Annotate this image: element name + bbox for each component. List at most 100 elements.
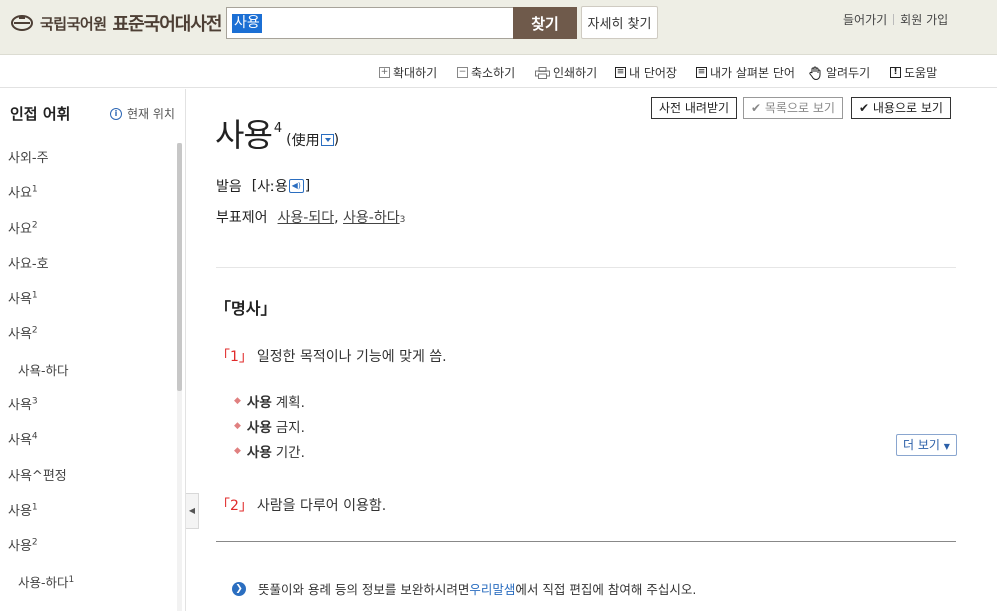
headword-text: 사용	[215, 116, 273, 154]
search-box[interactable]: 사용	[226, 7, 514, 39]
signup-link[interactable]: 회원 가입	[900, 11, 948, 28]
search-input[interactable]: 사용	[232, 14, 262, 33]
hanja-text: 使用	[291, 133, 320, 149]
sense-definition: 일정한 목적이나 기능에 맞게 씀.	[256, 349, 447, 365]
notice-text: 에서 직접 편집에 참여해 주십시오.	[515, 582, 697, 597]
notice-text: 뜻풀이와 용례 등의 정보를 보완하시려면	[258, 582, 470, 597]
list-view-button[interactable]: ✔ 목록으로 보기	[743, 97, 843, 119]
sidebar-word-number: 1	[31, 502, 38, 513]
sidebar-word-item[interactable]: 사욕2	[0, 323, 176, 358]
sidebar-word-item[interactable]: 사욕-하다	[0, 359, 176, 394]
minus-icon: −	[457, 67, 468, 78]
sidebar-word-label: 사욕-하다	[18, 362, 69, 378]
logo-dictionary-name: 표준국어대사전	[112, 14, 223, 35]
site-logo[interactable]: 국립국어원 표준국어대사전	[10, 10, 223, 36]
example-head: 사용	[246, 419, 272, 436]
sidebar-word-label: 사요	[8, 221, 32, 237]
print-button[interactable]: 인쇄하기	[535, 64, 597, 81]
sense-number: 「1」	[216, 349, 253, 365]
plus-icon: +	[379, 67, 390, 78]
sidebar-word-item[interactable]: 사요-호	[0, 253, 176, 288]
divider	[893, 14, 895, 25]
more-label: 더 보기	[903, 438, 940, 452]
zoom-in-label: 확대하기	[393, 66, 438, 80]
pronunciation-value: 사ː용	[257, 179, 288, 195]
notice-label: 알려두기	[826, 66, 871, 80]
hanja-original: (使用)	[286, 130, 339, 150]
sidebar-word-label: 사욕	[8, 433, 32, 449]
sidebar-word-item[interactable]: 사욕4	[0, 429, 176, 464]
urimalsaem-link[interactable]: 우리말샘	[469, 579, 515, 598]
dictionary-download-button[interactable]: 사전 내려받기	[651, 97, 738, 119]
sidebar-word-number: 1	[31, 184, 38, 195]
sidebar-word-item[interactable]: 사욕1	[0, 288, 176, 323]
content-view-button[interactable]: ✔ 내용으로 보기	[851, 97, 951, 119]
sense-1: 「1」 일정한 목적이나 기능에 맞게 씀.	[216, 346, 447, 366]
sidebar-word-item[interactable]: 사용1	[0, 500, 176, 535]
homonym-number: 4	[273, 121, 283, 136]
sidebar-word-label: 사용	[8, 503, 32, 519]
hanja-dropdown-icon[interactable]	[320, 134, 334, 146]
sidebar-scrollbar[interactable]	[177, 143, 182, 611]
my-wordbook-label: 내 단어장	[629, 66, 677, 80]
sidebar-word-item[interactable]: 사욕^편정	[0, 465, 176, 500]
speaker-icon[interactable]: ◀)	[288, 179, 304, 193]
sidebar-word-label: 사욕	[8, 327, 32, 343]
account-links: 들어가기 회원 가입	[843, 11, 948, 28]
pronunciation: 발음 [ 사ː용 ◀) ]	[216, 176, 310, 196]
bullet-icon: ◆	[234, 420, 241, 431]
sidebar-word-item[interactable]: 사외-주	[0, 147, 176, 182]
sub-headword-link[interactable]: 사용-하다	[343, 207, 400, 227]
entry-content: 사전 내려받기 ✔ 목록으로 보기 ✔ 내용으로 보기 사용 4 (使用) 발음…	[186, 89, 997, 611]
search-button[interactable]: 찾기	[513, 7, 577, 39]
sidebar-word-item[interactable]: 사욕3	[0, 394, 176, 429]
notice-button[interactable]: 알려두기	[809, 64, 870, 81]
location-icon: i	[110, 107, 122, 120]
sidebar-word-label: 사외-주	[8, 151, 49, 166]
sidebar-title: 인접 어휘	[10, 105, 71, 123]
sense-number: 「2」	[216, 498, 253, 514]
help-button[interactable]: ! 도움말	[890, 64, 937, 81]
separator: ,	[334, 210, 339, 226]
sub-headword-link[interactable]: 사용-되다	[278, 207, 335, 227]
example-head: 사용	[246, 444, 272, 461]
print-label: 인쇄하기	[553, 66, 598, 80]
part-of-speech: 「명사」	[215, 299, 277, 318]
detail-search-button[interactable]: 자세히 찾기	[581, 6, 658, 39]
list-view-label: 목록으로 보기	[764, 101, 835, 115]
sidebar-word-label: 사욕^편정	[8, 468, 67, 484]
zoom-out-label: 축소하기	[471, 66, 516, 80]
sidebar-word-number: 1	[68, 574, 75, 585]
hand-icon	[809, 66, 822, 80]
more-examples-button[interactable]: 더 보기 ▼	[896, 434, 957, 456]
headword: 사용 4 (使用)	[215, 115, 339, 155]
help-label: 도움말	[904, 66, 938, 80]
book-icon: ≡	[615, 67, 626, 78]
bracket-close: ]	[304, 178, 311, 194]
login-link[interactable]: 들어가기	[843, 11, 887, 28]
example-list: ◆ 사용 계획. ◆ 사용 금지. ◆ 사용 기간.	[234, 388, 305, 463]
sidebar-word-item[interactable]: 사용-하다1	[0, 571, 176, 606]
example-item: ◆ 사용 계획.	[234, 388, 305, 413]
zoom-in-button[interactable]: + 확대하기	[379, 64, 437, 81]
bullet-icon: ◆	[234, 445, 241, 456]
current-location-button[interactable]: i 현재 위치	[110, 105, 175, 122]
example-item: ◆ 사용 기간.	[234, 438, 305, 463]
top-header: 국립국어원 표준국어대사전 사용 찾기 자세히 찾기 들어가기 회원 가입	[0, 0, 997, 55]
divider	[216, 541, 956, 542]
zoom-out-button[interactable]: − 축소하기	[457, 64, 515, 81]
viewed-words-button[interactable]: ≡ 내가 살펴본 단어	[696, 64, 795, 81]
sub-headword-number: 3	[399, 215, 406, 225]
my-wordbook-button[interactable]: ≡ 내 단어장	[615, 64, 677, 81]
pronunciation-label: 발음	[216, 179, 242, 195]
sidebar-word-number: 2	[31, 220, 38, 231]
sidebar-word-item[interactable]: 사용2	[0, 535, 176, 570]
example-item: ◆ 사용 금지.	[234, 413, 305, 438]
chevron-down-icon: ▼	[943, 442, 950, 451]
sidebar-word-item[interactable]: 사요1	[0, 182, 176, 217]
sense-2: 「2」 사람을 다루어 이용함.	[216, 495, 386, 515]
bullet-icon: ◆	[234, 395, 241, 406]
scrollbar-thumb[interactable]	[177, 143, 182, 391]
sidebar-word-item[interactable]: 사요2	[0, 218, 176, 253]
sidebar-word-number: 2	[31, 537, 38, 548]
